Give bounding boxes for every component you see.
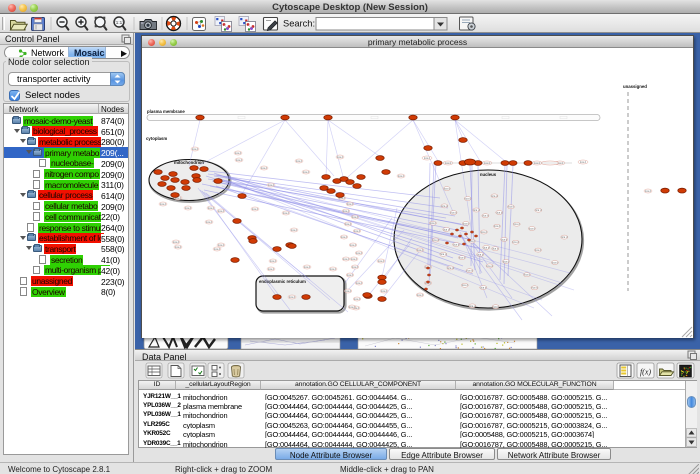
- svg-text:tica d: tica d: [447, 266, 454, 270]
- svg-text:tica d: tica d: [535, 208, 542, 212]
- svg-text:tica d: tica d: [561, 235, 568, 239]
- svg-text:tica d: tica d: [491, 194, 498, 198]
- svg-text:tica d: tica d: [236, 158, 243, 162]
- svg-text:tica d: tica d: [378, 259, 385, 263]
- svg-text:tica d: tica d: [503, 259, 510, 263]
- svg-text:tica d: tica d: [424, 156, 431, 160]
- svg-text:tica d: tica d: [466, 269, 473, 273]
- svg-text:nucleus: nucleus: [480, 172, 497, 177]
- svg-text:unassigned: unassigned: [623, 84, 647, 89]
- svg-text:tica d: tica d: [218, 243, 225, 247]
- svg-text:plasma membrane: plasma membrane: [147, 109, 185, 114]
- svg-text:tica d: tica d: [345, 222, 352, 226]
- svg-text:tica d: tica d: [480, 285, 487, 289]
- svg-text:tica d: tica d: [441, 204, 448, 208]
- svg-text:tica d: tica d: [160, 202, 167, 206]
- svg-text:tica d: tica d: [347, 202, 354, 206]
- svg-text:tica d: tica d: [343, 209, 350, 213]
- svg-text:cytoplasm: cytoplasm: [146, 136, 167, 141]
- svg-text:tica d: tica d: [347, 273, 354, 277]
- svg-text:tica d: tica d: [354, 297, 361, 301]
- svg-text:tica d: tica d: [185, 206, 192, 210]
- svg-text:tica d: tica d: [354, 229, 361, 233]
- svg-text:tica d: tica d: [343, 257, 350, 261]
- svg-text:tica d: tica d: [444, 187, 451, 191]
- svg-text:tica d: tica d: [469, 304, 476, 308]
- svg-text:tica d: tica d: [352, 265, 359, 269]
- svg-text:tica d: tica d: [235, 151, 242, 155]
- svg-text:tica d: tica d: [296, 159, 303, 163]
- svg-text:tica d: tica d: [175, 245, 182, 249]
- svg-text:tica d: tica d: [496, 210, 503, 214]
- svg-text:tica d: tica d: [473, 208, 480, 212]
- svg-text:tica d: tica d: [352, 215, 359, 219]
- svg-text:tica d: tica d: [450, 211, 457, 215]
- svg-text:tica d: tica d: [453, 242, 460, 246]
- svg-text:tica d: tica d: [465, 197, 472, 201]
- svg-text:f(x): f(x): [640, 368, 651, 377]
- svg-text:tica d: tica d: [459, 256, 466, 260]
- svg-text:tica d: tica d: [218, 209, 225, 213]
- svg-text:tica d: tica d: [268, 183, 275, 187]
- svg-text:tica d: tica d: [531, 286, 538, 290]
- svg-text:tica d: tica d: [351, 257, 358, 261]
- svg-text:tica d: tica d: [350, 243, 357, 247]
- svg-text:tica d: tica d: [430, 221, 437, 225]
- svg-text:tica d: tica d: [580, 160, 587, 164]
- svg-text:tica d: tica d: [345, 289, 352, 293]
- svg-text:tica d: tica d: [341, 235, 348, 239]
- svg-text:(1:1): (1:1): [114, 20, 124, 25]
- svg-text:tica d: tica d: [645, 189, 652, 193]
- svg-text:tica d: tica d: [252, 207, 259, 211]
- svg-text:tica d: tica d: [432, 238, 439, 242]
- svg-text:tica d: tica d: [291, 228, 298, 232]
- svg-text:tica d: tica d: [208, 206, 215, 210]
- svg-text:tica d: tica d: [261, 166, 268, 170]
- svg-text:tica d: tica d: [356, 251, 363, 255]
- svg-text:tica d: tica d: [330, 267, 337, 271]
- svg-text:tica d: tica d: [417, 248, 424, 252]
- svg-text:tica d: tica d: [512, 240, 519, 244]
- svg-text:tica d: tica d: [462, 283, 469, 287]
- svg-text:tica d: tica d: [417, 293, 424, 297]
- svg-text:tica d: tica d: [492, 305, 499, 309]
- svg-text:tica d: tica d: [529, 226, 536, 230]
- svg-text:tica d: tica d: [289, 295, 296, 299]
- svg-text:tica d: tica d: [486, 264, 493, 268]
- svg-text:tica d: tica d: [304, 265, 311, 269]
- svg-text:tica d: tica d: [192, 147, 199, 151]
- svg-text:tica d: tica d: [477, 252, 484, 256]
- svg-text:tica d: tica d: [214, 247, 221, 251]
- svg-text:tica d: tica d: [440, 252, 447, 256]
- svg-text:tica d: tica d: [535, 248, 542, 252]
- svg-text:Search:: Search:: [283, 19, 315, 29]
- svg-text:tica d: tica d: [283, 211, 290, 215]
- svg-text:tica d: tica d: [514, 222, 521, 226]
- svg-text:tica d: tica d: [501, 237, 508, 241]
- svg-text:tica d: tica d: [337, 155, 344, 159]
- svg-text:tica d: tica d: [483, 245, 490, 249]
- svg-text:tica d: tica d: [303, 170, 310, 174]
- svg-text:tica d: tica d: [481, 230, 488, 234]
- svg-text:tica d: tica d: [268, 267, 275, 271]
- svg-text:tica d: tica d: [173, 240, 180, 244]
- svg-text:tica d: tica d: [524, 273, 531, 277]
- svg-text:tica d: tica d: [508, 205, 515, 209]
- svg-text:tica d: tica d: [270, 259, 277, 263]
- svg-text:tica d: tica d: [381, 289, 388, 293]
- svg-text:tica d: tica d: [552, 260, 559, 264]
- svg-text:tica d: tica d: [206, 220, 213, 224]
- svg-text:tica d: tica d: [356, 281, 363, 285]
- svg-text:tica d: tica d: [349, 305, 356, 309]
- svg-text:tica d: tica d: [482, 214, 489, 218]
- svg-text:tica d: tica d: [463, 221, 470, 225]
- svg-text:tica d: tica d: [492, 247, 499, 251]
- svg-text:tica d: tica d: [398, 174, 405, 178]
- svg-text:tica d: tica d: [494, 224, 501, 228]
- svg-text:tica d: tica d: [443, 227, 450, 231]
